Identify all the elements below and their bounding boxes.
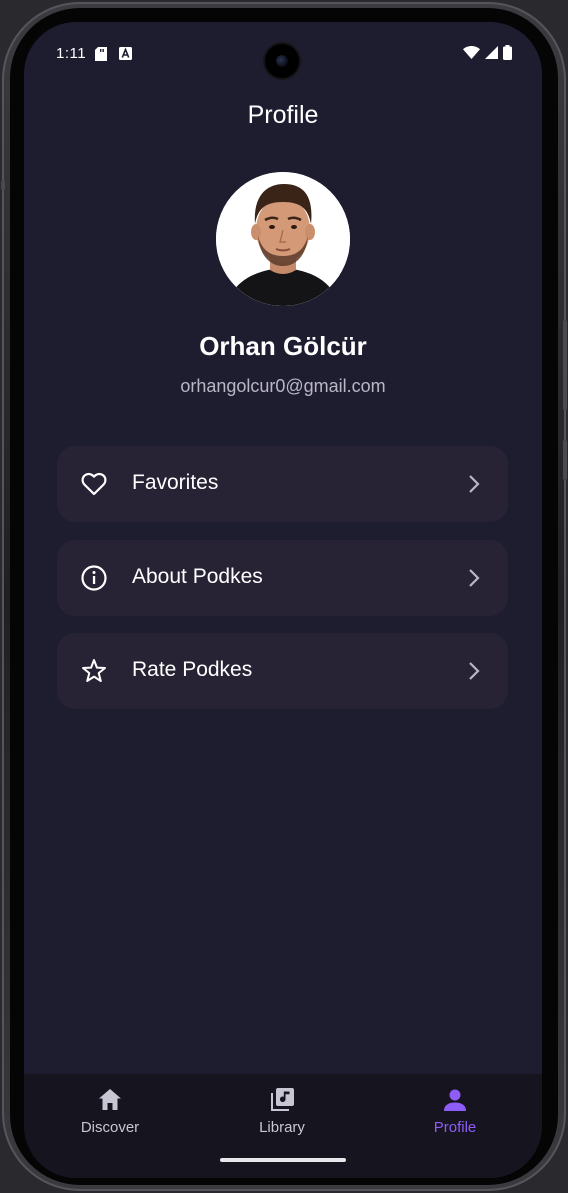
home-icon [96,1086,124,1114]
battery-icon [503,45,512,65]
status-bar: 1:11 [24,22,542,86]
nav-discover-label: Discover [80,1119,140,1136]
star-icon [80,657,108,685]
side-notch-left [1,180,5,190]
info-icon [80,564,108,592]
volume-button [563,440,567,480]
app-screen: 1:11 Profile Orhan Gölcür orhangolcur0@g… [24,22,542,1178]
avatar [216,172,350,306]
status-indicators [463,45,512,65]
person-icon [441,1086,469,1114]
favorites-label: Favorites [132,471,219,494]
user-email: orhangolcur0@gmail.com [180,376,386,396]
home-indicator[interactable] [220,1158,346,1162]
chevron-right-icon [464,660,484,682]
nav-profile-label: Profile [433,1119,477,1136]
library-music-icon [268,1086,296,1114]
nav-discover[interactable]: Discover [24,1074,196,1178]
chevron-right-icon [464,473,484,495]
cellular-signal-icon [485,46,498,64]
front-camera [265,44,299,78]
nav-library-label: Library [259,1119,305,1136]
status-time: 1:11 [56,45,87,62]
favorites-menu-item[interactable]: Favorites [57,446,508,522]
page-title: Profile [247,101,319,129]
rate-podkes-menu-item[interactable]: Rate Podkes [57,633,508,709]
about-podkes-label: About Podkes [132,565,263,588]
accessibility-a-icon [119,47,132,65]
power-button [563,320,567,410]
sd-card-icon [95,47,107,66]
phone-device: 1:11 Profile Orhan Gölcür orhangolcur0@g… [0,0,568,1193]
wifi-icon [463,46,480,64]
chevron-right-icon [464,567,484,589]
rate-podkes-label: Rate Podkes [132,658,253,681]
user-name: Orhan Gölcür [199,331,367,361]
about-podkes-menu-item[interactable]: About Podkes [57,540,508,616]
nav-library[interactable]: Library [196,1074,368,1178]
bottom-navigation: Discover Library Profile [24,1074,542,1178]
heart-icon [80,470,108,498]
nav-profile[interactable]: Profile [369,1074,541,1178]
